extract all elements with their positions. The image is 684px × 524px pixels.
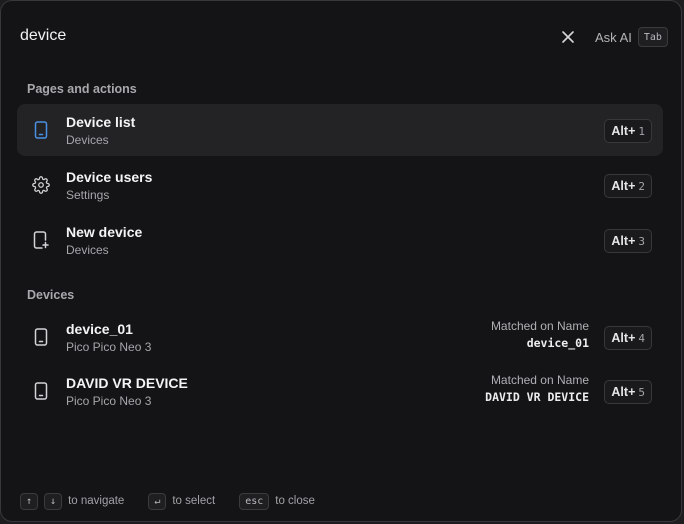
shortcut-hint: Alt+ 1 <box>604 119 652 143</box>
result-title: device_01 <box>66 321 133 337</box>
result-device-users[interactable]: Device users Settings Alt+ 2 <box>17 159 663 211</box>
shortcut-hint: Alt+ 4 <box>604 326 652 350</box>
result-subtitle: Pico Pico Neo 3 <box>66 394 152 408</box>
ask-ai-button[interactable]: Ask AI Tab <box>595 26 668 48</box>
result-device-01[interactable]: device_01 Pico Pico Neo 3 Matched on Nam… <box>17 311 663 363</box>
result-new-device[interactable]: New device Devices Alt+ 3 <box>17 214 663 266</box>
shortcut-modifier: Alt+ <box>611 331 636 345</box>
shortcut-key: 2 <box>638 179 645 193</box>
shortcut-modifier: Alt+ <box>611 179 636 193</box>
keyboard-hints-footer: ↑ ↓ to navigate ↵ to select esc to close <box>20 491 315 511</box>
match-info: Matched on Name device_01 <box>491 319 589 350</box>
result-title: DAVID VR DEVICE <box>66 375 188 391</box>
result-subtitle: Devices <box>66 243 109 257</box>
search-input[interactable] <box>20 23 500 49</box>
close-hint: to close <box>275 495 315 507</box>
arrow-down-key: ↓ <box>44 492 63 510</box>
add-device-icon <box>31 230 51 250</box>
shortcut-hint: Alt+ 5 <box>604 380 652 404</box>
shortcut-key: 5 <box>638 385 645 399</box>
gear-icon <box>31 175 51 195</box>
shortcut-key: 3 <box>638 234 645 248</box>
shortcut-hint: Alt+ 3 <box>604 229 652 253</box>
esc-key: esc <box>239 492 270 510</box>
shortcut-hint: Alt+ 2 <box>604 174 652 198</box>
tab-key-hint: Tab <box>637 27 668 47</box>
result-device-list[interactable]: Device list Devices Alt+ 1 <box>17 104 663 156</box>
result-subtitle: Settings <box>66 188 110 202</box>
section-title-pages-actions: Pages and actions <box>27 82 137 96</box>
shortcut-modifier: Alt+ <box>611 385 636 399</box>
section-title-devices: Devices <box>27 288 75 302</box>
match-value: device_01 <box>526 336 589 350</box>
ask-ai-label: Ask AI <box>595 29 632 45</box>
navigate-hint: to navigate <box>68 495 125 507</box>
shortcut-key: 1 <box>638 124 645 138</box>
result-david-vr-device[interactable]: DAVID VR DEVICE Pico Pico Neo 3 Matched … <box>17 365 663 417</box>
tablet-icon <box>31 120 51 140</box>
result-title: Device users <box>66 169 153 185</box>
match-info: Matched on Name DAVID VR DEVICE <box>485 373 589 404</box>
close-button[interactable] <box>557 26 579 48</box>
arrow-up-key: ↑ <box>20 492 39 510</box>
enter-key: ↵ <box>148 492 167 510</box>
select-hint: to select <box>172 495 216 507</box>
match-label: Matched on Name <box>490 373 589 387</box>
shortcut-modifier: Alt+ <box>611 234 636 248</box>
shortcut-modifier: Alt+ <box>611 124 636 138</box>
result-subtitle: Devices <box>66 133 109 147</box>
result-title: Device list <box>66 114 136 130</box>
shortcut-key: 4 <box>638 331 645 345</box>
match-label: Matched on Name <box>490 319 589 333</box>
command-palette: Ask AI Tab Pages and actions Device list… <box>0 0 682 522</box>
match-value: DAVID VR DEVICE <box>485 390 589 404</box>
close-icon <box>562 31 574 43</box>
result-subtitle: Pico Pico Neo 3 <box>66 340 152 354</box>
tablet-icon <box>31 381 51 401</box>
result-title: New device <box>66 224 143 240</box>
search-row: Ask AI Tab <box>1 1 681 71</box>
tablet-icon <box>31 327 51 347</box>
